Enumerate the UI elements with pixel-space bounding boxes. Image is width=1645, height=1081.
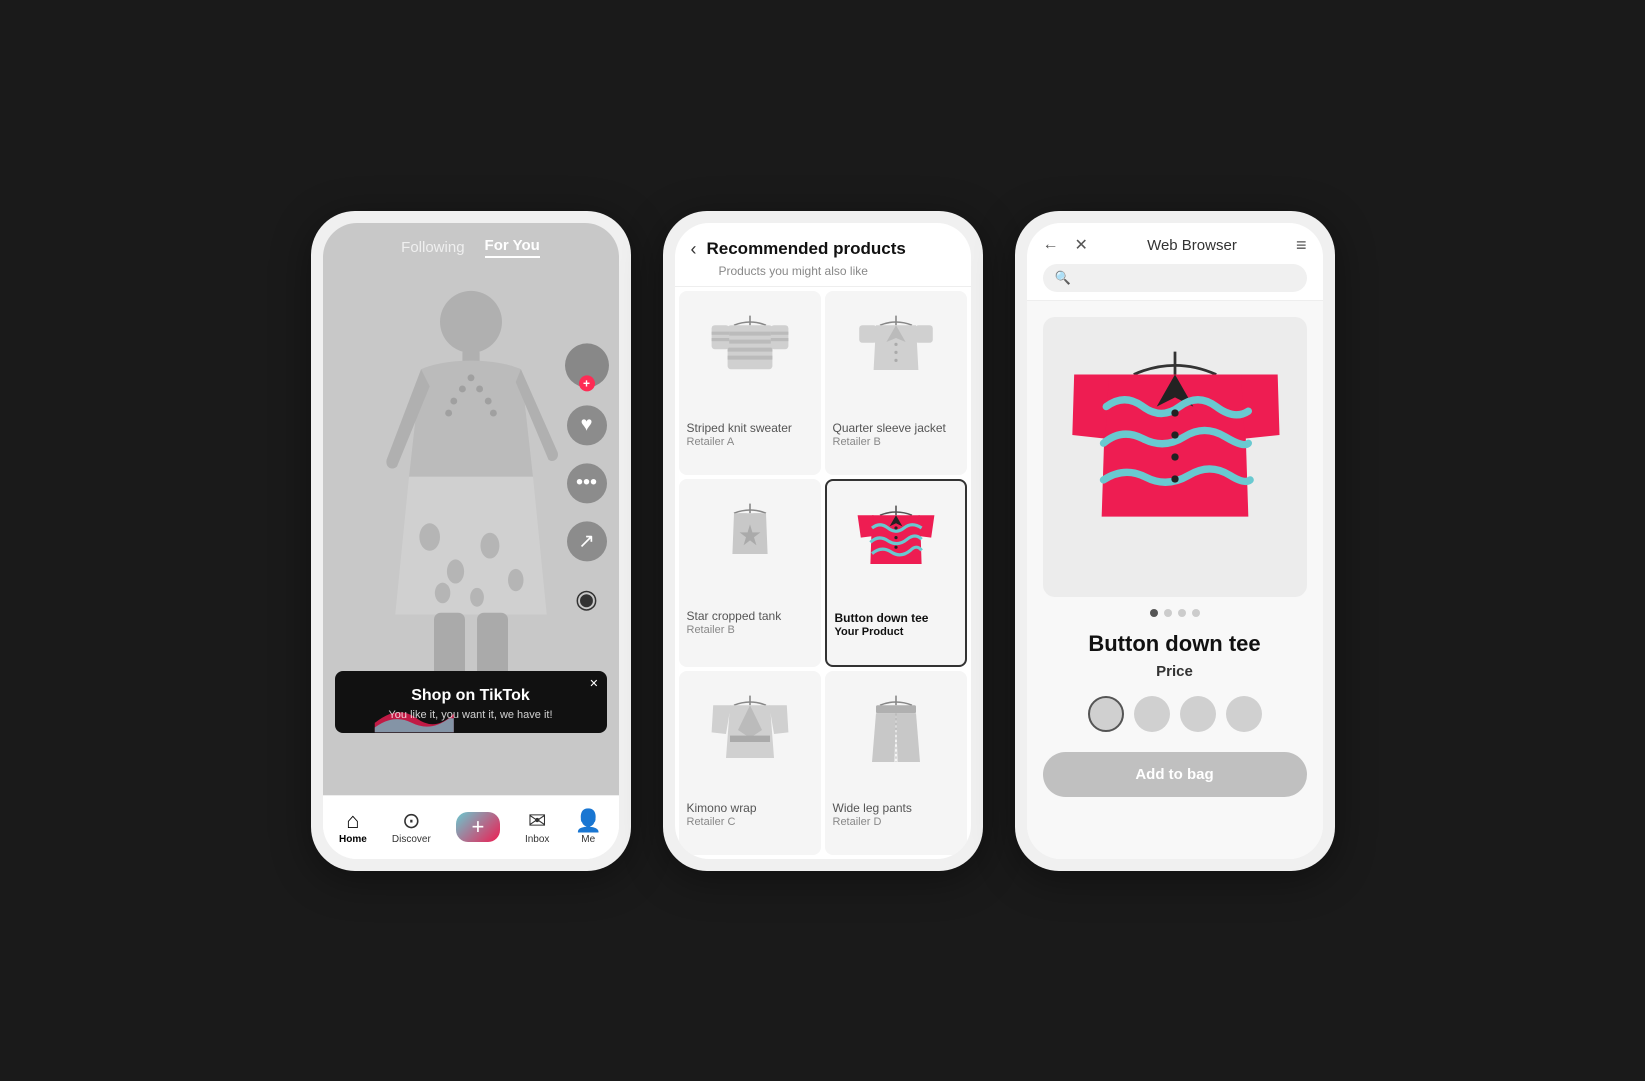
product-retailer-3: Retailer B — [687, 624, 813, 636]
nav-inbox-label: Inbox — [525, 834, 549, 845]
recommended-phone: ‹ Recommended products Products you migh… — [663, 211, 983, 871]
nav-me-label: Me — [581, 834, 595, 845]
product-item-5[interactable]: Kimono wrap Retailer C — [679, 671, 821, 855]
product-image-6 — [833, 683, 959, 793]
add-to-bag-button[interactable]: Add to bag — [1043, 752, 1307, 797]
ad-content: Shop on TikTok You like it, you want it,… — [335, 671, 607, 733]
nav-plus-icon: + — [471, 814, 484, 840]
color-option-3[interactable] — [1180, 696, 1216, 732]
share-button[interactable]: ↗ — [567, 521, 607, 561]
color-option-4[interactable] — [1226, 696, 1262, 732]
product-name-5: Kimono wrap — [687, 801, 813, 817]
creator-avatar[interactable]: + — [565, 343, 609, 387]
me-icon: 👤 — [575, 810, 602, 832]
product-name-3: Star cropped tank — [687, 609, 813, 625]
browser-search-bar[interactable]: 🔍 — [1043, 264, 1307, 292]
product-image-3 — [687, 491, 813, 601]
tiktok-phone: Following For You — [311, 211, 631, 871]
nav-discover-label: Discover — [392, 834, 431, 845]
product-item-2[interactable]: Quarter sleeve jacket Retailer B — [825, 291, 967, 475]
nav-home-label: Home — [339, 834, 367, 845]
product-retailer-4: Your Product — [835, 626, 957, 638]
product-image-1 — [687, 303, 813, 413]
rec-title: Recommended products — [707, 239, 906, 259]
ad-title: Shop on TikTok — [411, 687, 530, 705]
browser-nav-icons: ← ✕ — [1043, 235, 1088, 255]
nav-home[interactable]: ⌂ Home — [339, 810, 367, 845]
like-button[interactable]: ♥ — [567, 405, 607, 445]
browser-search-input[interactable] — [1079, 270, 1295, 285]
rec-subtitle: Products you might also like — [719, 264, 955, 278]
product-retailer-1: Retailer A — [687, 436, 813, 448]
carousel-dot-3[interactable] — [1178, 609, 1186, 617]
nav-me[interactable]: 👤 Me — [575, 810, 602, 845]
browser-search-icon: 🔍 — [1055, 270, 1071, 286]
carousel-dot-2[interactable] — [1164, 609, 1172, 617]
rec-header: ‹ Recommended products Products you migh… — [675, 223, 971, 287]
carousel-dot-1[interactable] — [1150, 609, 1158, 617]
product-name-1: Striped knit sweater — [687, 421, 813, 437]
tiktok-bottom-nav: ⌂ Home ⊙ Discover + ✉ Inbox 👤 Me — [323, 795, 619, 859]
nav-create[interactable]: + — [456, 812, 500, 842]
product-image-5 — [687, 683, 813, 793]
tiktok-actions: + ♥ ••• ↗ ◉ — [565, 343, 609, 619]
carousel-dot-4[interactable] — [1192, 609, 1200, 617]
browser-phone: ← ✕ Web Browser ≡ 🔍 — [1015, 211, 1335, 871]
product-main-image — [1043, 317, 1307, 597]
product-retailer-5: Retailer C — [687, 816, 813, 828]
recommended-grid: Striped knit sweater Retailer A — [675, 287, 971, 859]
browser-menu-button[interactable]: ≡ — [1296, 235, 1307, 256]
ad-banner[interactable]: ✕ Shop on TikTok You like it, you want i… — [335, 671, 607, 733]
rec-back-button[interactable]: ‹ — [691, 239, 697, 260]
product-retailer-2: Retailer B — [833, 436, 959, 448]
color-option-1[interactable] — [1088, 696, 1124, 732]
product-name-4: Button down tee — [835, 611, 957, 627]
product-price: Price — [1043, 663, 1307, 680]
follow-plus-icon[interactable]: + — [579, 375, 595, 391]
carousel-dots — [1043, 609, 1307, 617]
product-title: Button down tee — [1043, 631, 1307, 657]
product-item-3[interactable]: Star cropped tank Retailer B — [679, 479, 821, 667]
inbox-icon: ✉ — [528, 810, 546, 832]
discover-icon: ⊙ — [402, 810, 420, 832]
product-item-1[interactable]: Striped knit sweater Retailer A — [679, 291, 821, 475]
browser-header: ← ✕ Web Browser ≡ 🔍 — [1027, 223, 1323, 301]
for-you-tab[interactable]: For You — [485, 237, 540, 258]
product-image-4 — [835, 493, 957, 603]
product-item-4[interactable]: Button down tee Your Product — [825, 479, 967, 667]
product-retailer-6: Retailer D — [833, 816, 959, 828]
color-options — [1043, 696, 1307, 732]
product-image-2 — [833, 303, 959, 413]
product-item-6[interactable]: Wide leg pants Retailer D — [825, 671, 967, 855]
following-tab[interactable]: Following — [401, 239, 464, 256]
music-disc: ◉ — [567, 579, 607, 619]
color-option-2[interactable] — [1134, 696, 1170, 732]
product-name-2: Quarter sleeve jacket — [833, 421, 959, 437]
comment-button[interactable]: ••• — [567, 463, 607, 503]
browser-back-button[interactable]: ← — [1043, 236, 1059, 254]
browser-top-bar: ← ✕ Web Browser ≡ — [1043, 235, 1307, 256]
browser-product-content: Button down tee Price Add to bag — [1027, 301, 1323, 859]
nav-inbox[interactable]: ✉ Inbox — [525, 810, 549, 845]
nav-discover[interactable]: ⊙ Discover — [392, 810, 431, 845]
home-icon: ⌂ — [346, 810, 359, 832]
tiktok-header: Following For You — [323, 223, 619, 266]
product-name-6: Wide leg pants — [833, 801, 959, 817]
tiktok-screen: Following For You — [323, 223, 619, 795]
browser-close-button[interactable]: ✕ — [1075, 235, 1088, 255]
ad-subtitle: You like it, you want it, we have it! — [388, 709, 552, 721]
ad-close-button[interactable]: ✕ — [589, 677, 598, 690]
browser-title: Web Browser — [1147, 237, 1237, 254]
